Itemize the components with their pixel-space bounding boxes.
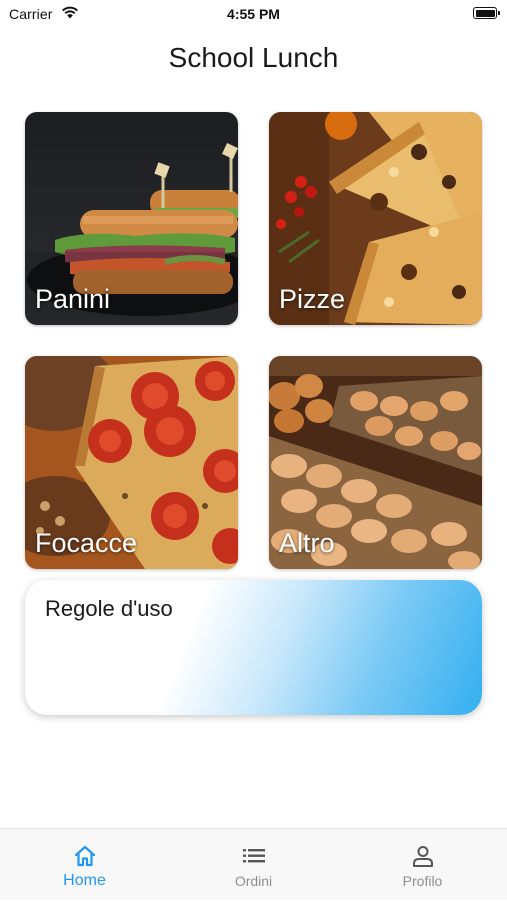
category-tile-altro[interactable]: Altro [269, 356, 482, 569]
category-tile-panini[interactable]: Panini [25, 112, 238, 325]
tab-profilo[interactable]: Profilo [338, 829, 507, 901]
list-icon [243, 849, 265, 863]
tab-label: Ordini [234, 873, 273, 889]
category-label: Pizze [279, 284, 346, 314]
status-bar: Carrier 4:55 PM [0, 0, 507, 28]
tab-bar: Home Ordini Profilo [0, 828, 507, 900]
tab-label: Home [63, 872, 106, 889]
category-label: Altro [279, 528, 335, 558]
category-tile-focacce[interactable]: Focacce [25, 356, 238, 569]
person-icon [413, 846, 433, 867]
tab-label: Profilo [402, 873, 443, 889]
tab-home[interactable]: Home [0, 829, 169, 901]
category-label: Focacce [35, 528, 138, 558]
rules-card-title: Regole d'uso [45, 596, 173, 621]
page-title: School Lunch [168, 42, 339, 73]
home-icon [74, 845, 96, 867]
rules-card[interactable]: Regole d'uso [25, 580, 482, 715]
category-tile-pizze[interactable]: Pizze [269, 112, 482, 325]
category-label: Panini [35, 284, 111, 314]
clock: 4:55 PM [227, 6, 280, 22]
tab-ordini[interactable]: Ordini [169, 829, 338, 901]
battery-icon [473, 7, 500, 19]
